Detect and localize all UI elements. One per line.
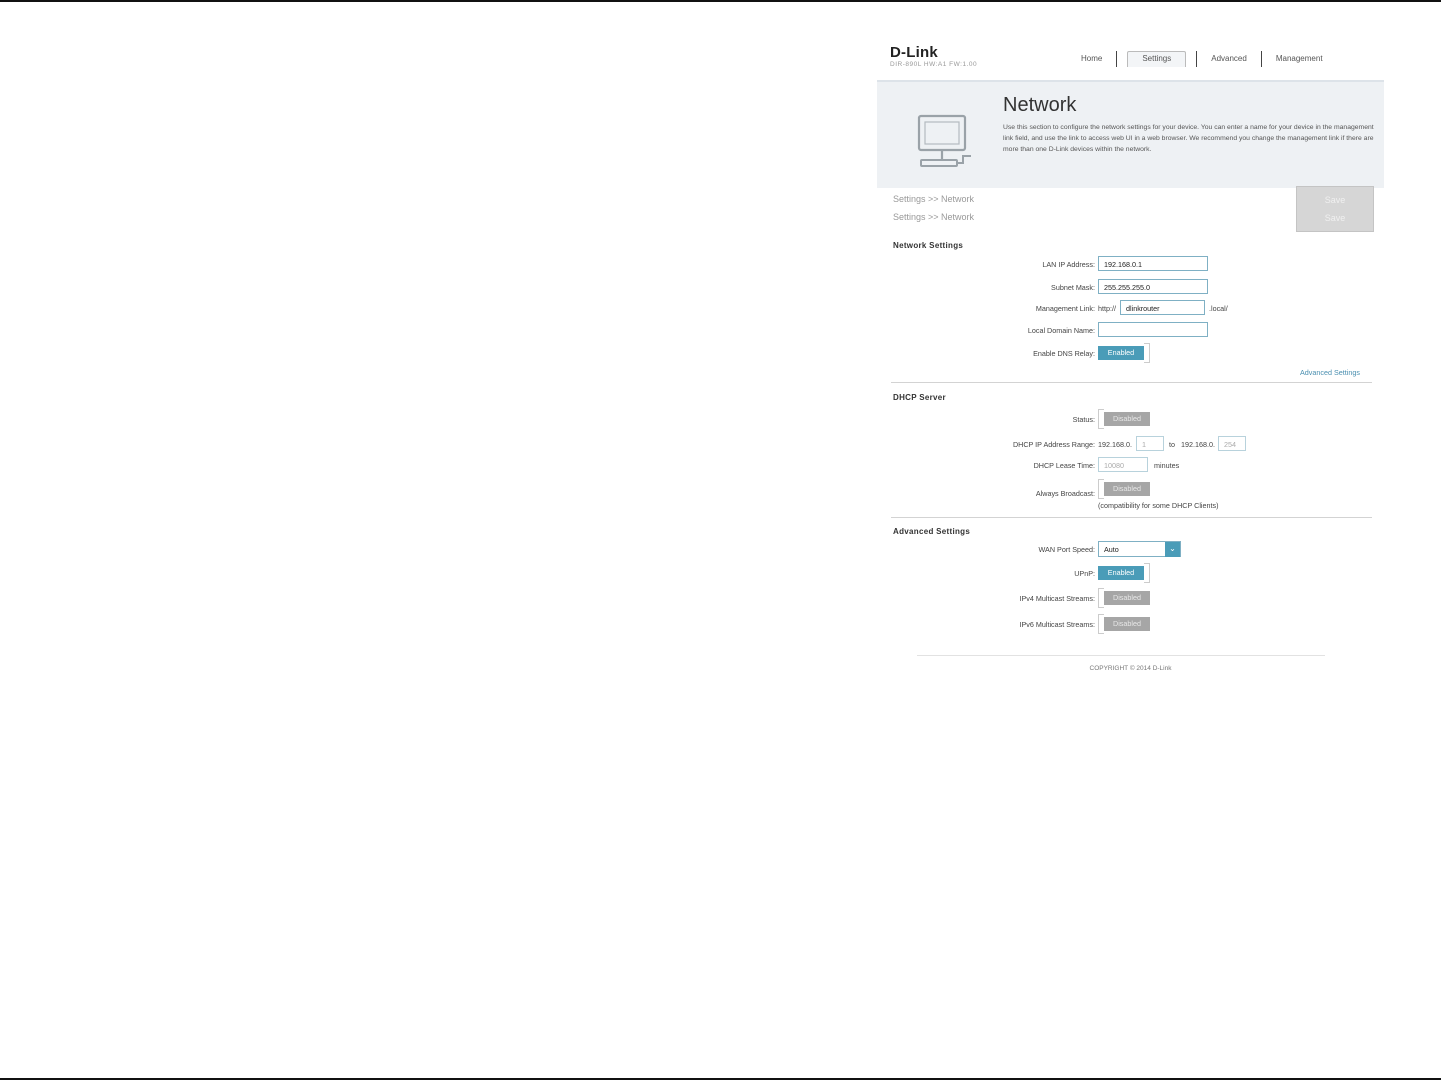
footer-divider (917, 655, 1325, 656)
dlink-logo: D-Link (890, 44, 938, 61)
section-title-dhcp-server: DHCP Server (893, 393, 946, 402)
nav-separator (1116, 51, 1118, 67)
local-domain-label: Local Domain Name: (1027, 326, 1095, 335)
always-broadcast-note: (compatibility for some DHCP Clients) (1098, 501, 1219, 510)
dhcp-lease-input[interactable]: 10080 (1098, 457, 1148, 472)
subnet-mask-label: Subnet Mask: (1051, 283, 1095, 292)
nav-management[interactable]: Management (1262, 51, 1337, 67)
ipv4-multicast-toggle[interactable]: Disabled (1098, 588, 1151, 608)
advanced-settings-link[interactable]: Advanced Settings (1300, 368, 1360, 377)
section-divider (891, 517, 1372, 518)
page-bottom-rule (0, 1078, 1441, 1080)
nav-home[interactable]: Home (1063, 51, 1116, 67)
copyright: COPYRIGHT © 2014 D-Link (1089, 665, 1172, 672)
dhcp-status-state: Disabled (1104, 412, 1150, 426)
lan-ip-input[interactable]: 192.168.0.1 (1098, 256, 1208, 271)
always-broadcast-state: Disabled (1104, 482, 1150, 496)
wan-port-speed-select[interactable]: Auto ⌄ (1098, 541, 1181, 557)
upnp-toggle[interactable]: Enabled (1098, 563, 1151, 583)
always-broadcast-toggle[interactable]: Disabled (1098, 479, 1151, 499)
dhcp-range-to: to (1169, 440, 1175, 449)
dhcp-range-end-input[interactable]: 254 (1218, 436, 1246, 451)
page-description: Use this section to configure the networ… (1003, 124, 1374, 153)
page-banner: Network Use this section to configure th… (877, 80, 1384, 188)
save-button[interactable]: Save Save (1296, 186, 1374, 232)
dhcp-status-label: Status: (1072, 415, 1095, 424)
save-button-label: Save (1324, 195, 1346, 205)
wan-port-speed-value: Auto (1104, 545, 1119, 554)
dns-relay-label: Enable DNS Relay: (1033, 349, 1095, 358)
upnp-label: UPnP: (1074, 569, 1095, 578)
ipv6-multicast-toggle[interactable]: Disabled (1098, 614, 1151, 634)
ipv6-multicast-state: Disabled (1104, 617, 1150, 631)
management-link-label: Management Link: (1035, 304, 1095, 313)
breadcrumb: Settings >> Network (893, 194, 975, 204)
dns-relay-state: Enabled (1098, 346, 1144, 360)
management-link-input[interactable]: dlinkrouter (1120, 300, 1205, 315)
lan-ip-label: LAN IP Address: (1042, 260, 1095, 269)
management-link-prefix: http:// (1098, 304, 1116, 313)
dhcp-lease-label: DHCP Lease Time: (1033, 461, 1095, 470)
local-domain-input[interactable] (1098, 322, 1208, 337)
dhcp-range-prefix-start: 192.168.0. (1098, 440, 1132, 449)
upnp-state: Enabled (1098, 566, 1144, 580)
toggle-knob (1144, 563, 1150, 583)
nav-settings[interactable]: Settings (1127, 51, 1187, 67)
breadcrumb: Settings >> Network (893, 212, 975, 222)
save-button-label: Save (1324, 213, 1346, 223)
dhcp-status-toggle[interactable]: Disabled (1098, 409, 1151, 429)
monitor-icon (917, 114, 971, 167)
device-info: DIR-890L HW:A1 FW:1.00 (890, 61, 978, 68)
chevron-down-icon[interactable]: ⌄ (1165, 542, 1180, 557)
subnet-mask-input[interactable]: 255.255.255.0 (1098, 279, 1208, 294)
brand: D-Link DIR-890L HW:A1 FW:1.00 (890, 45, 977, 68)
always-broadcast-label: Always Broadcast: (1035, 489, 1095, 498)
section-title-network-settings: Network Settings (893, 241, 964, 250)
wan-port-speed-label: WAN Port Speed: (1038, 545, 1095, 554)
dhcp-range-label: DHCP IP Address Range: (1012, 440, 1095, 449)
ipv6-multicast-label: IPv6 Multicast Streams: (1019, 620, 1096, 629)
section-title-advanced-settings: Advanced Settings (893, 527, 971, 536)
dhcp-lease-unit: minutes (1154, 461, 1180, 470)
dhcp-range-prefix-end: 192.168.0. (1181, 440, 1215, 449)
management-link-suffix: .local/ (1209, 304, 1228, 313)
top-nav: Home Settings Advanced Management (1063, 48, 1337, 70)
ipv4-multicast-state: Disabled (1104, 591, 1150, 605)
section-divider (891, 382, 1372, 383)
router-settings-panel: D-Link DIR-890L HW:A1 FW:1.00 Home Setti… (877, 36, 1384, 686)
nav-advanced[interactable]: Advanced (1197, 51, 1261, 67)
page-top-rule (0, 0, 1441, 2)
dhcp-range-start-input[interactable]: 1 (1136, 436, 1164, 451)
ipv4-multicast-label: IPv4 Multicast Streams: (1019, 594, 1096, 603)
toggle-knob (1144, 343, 1150, 363)
page-title: Network (1003, 94, 1077, 116)
dns-relay-toggle[interactable]: Enabled (1098, 343, 1151, 363)
